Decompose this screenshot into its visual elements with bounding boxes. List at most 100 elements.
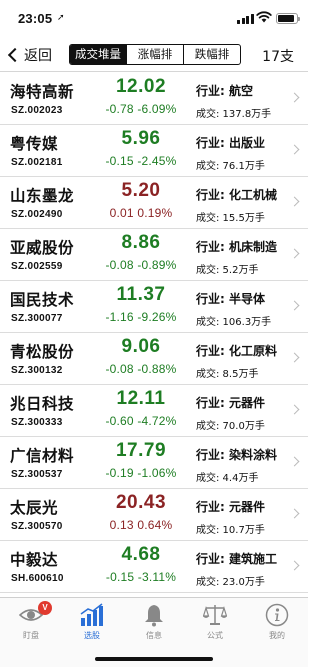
stock-industry: 行业: 航空 xyxy=(196,84,253,98)
stock-name: 广信材料 xyxy=(10,447,75,465)
stock-change: 0.01 0.19% xyxy=(109,206,173,220)
stock-industry: 行业: 化工机械 xyxy=(196,188,277,202)
stock-row[interactable]: 青松股份 SZ.300132 9.06 -0.08 -0.88% 行业: 化工原料 成交:… xyxy=(0,333,308,385)
tab-gainers[interactable]: 涨幅排 xyxy=(126,45,183,64)
badge-v: V xyxy=(38,601,52,615)
stock-row[interactable]: 国民技术 SZ.300077 11.37 -1.16 -9.26% 行业: 半导体 成交:… xyxy=(0,281,308,333)
stock-volume: 成交: 5.2万手 xyxy=(196,265,259,276)
stock-volume: 成交: 15.5万手 xyxy=(196,213,265,224)
chevron-right-icon xyxy=(289,92,300,103)
status-bar: 23:05 ➚ xyxy=(0,0,308,38)
stock-row[interactable]: 海特高新 SZ.002023 12.02 -0.78 -6.09% 行业: 航空成交: … xyxy=(0,73,308,125)
tab-volume-stack[interactable]: 成交堆量 xyxy=(70,45,126,64)
stock-row[interactable]: 广信材料 SZ.300537 17.79 -0.19 -1.06% 行业: 染料涂料 成交… xyxy=(0,437,308,489)
stock-change: -0.15 -3.11% xyxy=(105,570,177,584)
stock-price: 8.86 xyxy=(121,232,161,253)
wifi-icon xyxy=(256,11,272,23)
back-button[interactable]: 返回 xyxy=(6,44,52,66)
stock-row[interactable]: 山东墨龙 SZ.002490 5.20 0.01 0.19% 行业: 化工机械 成交: 1… xyxy=(0,177,308,229)
stock-code: SZ.300132 xyxy=(11,365,63,376)
tab-label: 信息 xyxy=(146,631,162,640)
nav-bar: 返回 成交堆量 涨幅排 跌幅排 17支 xyxy=(0,38,308,72)
tab-info[interactable]: 信息 xyxy=(123,598,185,646)
chevron-right-icon xyxy=(289,300,300,311)
tab-watch[interactable]: V 盯盘 xyxy=(0,598,62,646)
stock-row[interactable]: 中毅达 SH.600610 4.68 -0.15 -3.11% 行业: 建筑施工 成交: … xyxy=(0,541,308,593)
stock-row[interactable]: 粤传媒 SZ.002181 5.96 -0.15 -2.45% 行业: 出版业 成交: 7… xyxy=(0,125,308,177)
stock-volume: 成交: 10.7万手 xyxy=(196,525,265,536)
stock-price: 9.06 xyxy=(121,336,161,357)
home-indicator xyxy=(95,657,213,661)
stock-row[interactable]: 太辰光 SZ.300570 20.43 0.13 0.64% 行业: 元器件 成交: 10… xyxy=(0,489,308,541)
stock-industry: 行业: 机床制造 xyxy=(196,240,277,254)
chevron-right-icon xyxy=(289,352,300,363)
stock-change: -0.15 -2.45% xyxy=(105,154,177,168)
stock-list: 海特高新 SZ.002023 12.02 -0.78 -6.09% 行业: 航空 成交: … xyxy=(0,73,308,593)
bar-chart-icon xyxy=(80,603,103,626)
stock-industry: 行业: 化工原料 xyxy=(196,344,277,358)
bell-icon xyxy=(145,605,163,627)
stock-change: -0.08 -0.89% xyxy=(105,258,177,272)
stock-change: -0.08 -0.88% xyxy=(105,362,177,376)
stock-row[interactable]: 兆日科技 SZ.300333 12.11 -0.60 -4.72% 行业: 元器件 成交:… xyxy=(0,385,308,437)
stock-volume: 成交: 106.3万手 xyxy=(196,317,272,328)
chevron-right-icon xyxy=(289,144,300,155)
stock-industry: 行业: 半导体 xyxy=(196,292,265,306)
stock-price: 12.02 xyxy=(115,76,167,97)
stock-price: 17.79 xyxy=(115,440,167,461)
stock-code: SZ.002181 xyxy=(11,157,63,168)
chevron-right-icon xyxy=(289,456,300,467)
stock-industry: 行业: 染料涂料 xyxy=(196,448,277,462)
stock-change: 0.13 0.64% xyxy=(109,518,173,532)
stock-industry: 行业: 出版业 xyxy=(196,136,265,150)
stock-code: SZ.300077 xyxy=(11,313,63,324)
stock-industry: 行业: 建筑施工 xyxy=(196,552,277,566)
stock-code: SH.600610 xyxy=(11,573,64,584)
stock-price: 5.20 xyxy=(121,180,161,201)
chevron-right-icon xyxy=(289,508,300,519)
chevron-left-icon xyxy=(7,47,23,63)
stock-row[interactable]: 亚威股份 SZ.002559 8.86 -0.08 -0.89% 行业: 机床制造 成交:… xyxy=(0,229,308,281)
stock-code: SZ.300537 xyxy=(11,469,63,480)
stock-code: SZ.002490 xyxy=(11,209,63,220)
stock-name: 国民技术 xyxy=(10,291,75,309)
stock-price: 5.96 xyxy=(121,128,161,149)
stock-price: 12.11 xyxy=(116,388,166,409)
stock-price: 11.37 xyxy=(116,284,166,305)
stock-volume: 成交: 23.0万手 xyxy=(196,577,265,588)
chevron-right-icon xyxy=(289,404,300,415)
tab-label: 盯盘 xyxy=(23,631,39,640)
stock-code: SZ.002023 xyxy=(11,105,63,116)
stock-change: -0.60 -4.72% xyxy=(105,414,177,428)
tab-losers[interactable]: 跌幅排 xyxy=(183,45,240,64)
tab-label: 我的 xyxy=(269,631,285,640)
tab-label: 选股 xyxy=(84,631,100,640)
stock-name: 海特高新 xyxy=(10,83,75,101)
stock-price: 4.68 xyxy=(121,544,161,565)
stock-name: 太辰光 xyxy=(10,499,59,517)
stock-change: -0.78 -6.09% xyxy=(105,102,177,116)
status-time: 23:05 xyxy=(18,11,53,26)
stock-name: 青松股份 xyxy=(10,343,75,361)
stock-name: 中毅达 xyxy=(10,551,59,569)
stock-volume: 成交: 137.8万手 xyxy=(196,109,272,120)
stock-change: -0.19 -1.06% xyxy=(105,466,177,480)
battery-icon xyxy=(276,13,300,24)
tab-mine[interactable]: 我的 xyxy=(246,598,308,646)
chevron-right-icon xyxy=(289,248,300,259)
stock-code: SZ.300333 xyxy=(11,417,63,428)
stock-name: 兆日科技 xyxy=(10,395,75,413)
chevron-right-icon xyxy=(289,196,300,207)
back-label: 返回 xyxy=(24,48,52,64)
cellular-signal-icon xyxy=(237,14,254,24)
tab-stock-picker[interactable]: 选股 xyxy=(61,598,123,646)
stock-volume: 成交: 8.5万手 xyxy=(196,369,259,380)
stock-industry: 行业: 元器件 xyxy=(196,396,265,410)
sort-segmented-control: 成交堆量 涨幅排 跌幅排 xyxy=(69,44,241,65)
stock-count: 17支 xyxy=(262,49,294,65)
stock-volume: 成交: 76.1万手 xyxy=(196,161,265,172)
tab-formula[interactable]: 公式 xyxy=(184,598,246,646)
stock-change: -1.16 -9.26% xyxy=(105,310,177,324)
stock-name: 粤传媒 xyxy=(10,135,59,153)
info-icon xyxy=(265,603,289,627)
